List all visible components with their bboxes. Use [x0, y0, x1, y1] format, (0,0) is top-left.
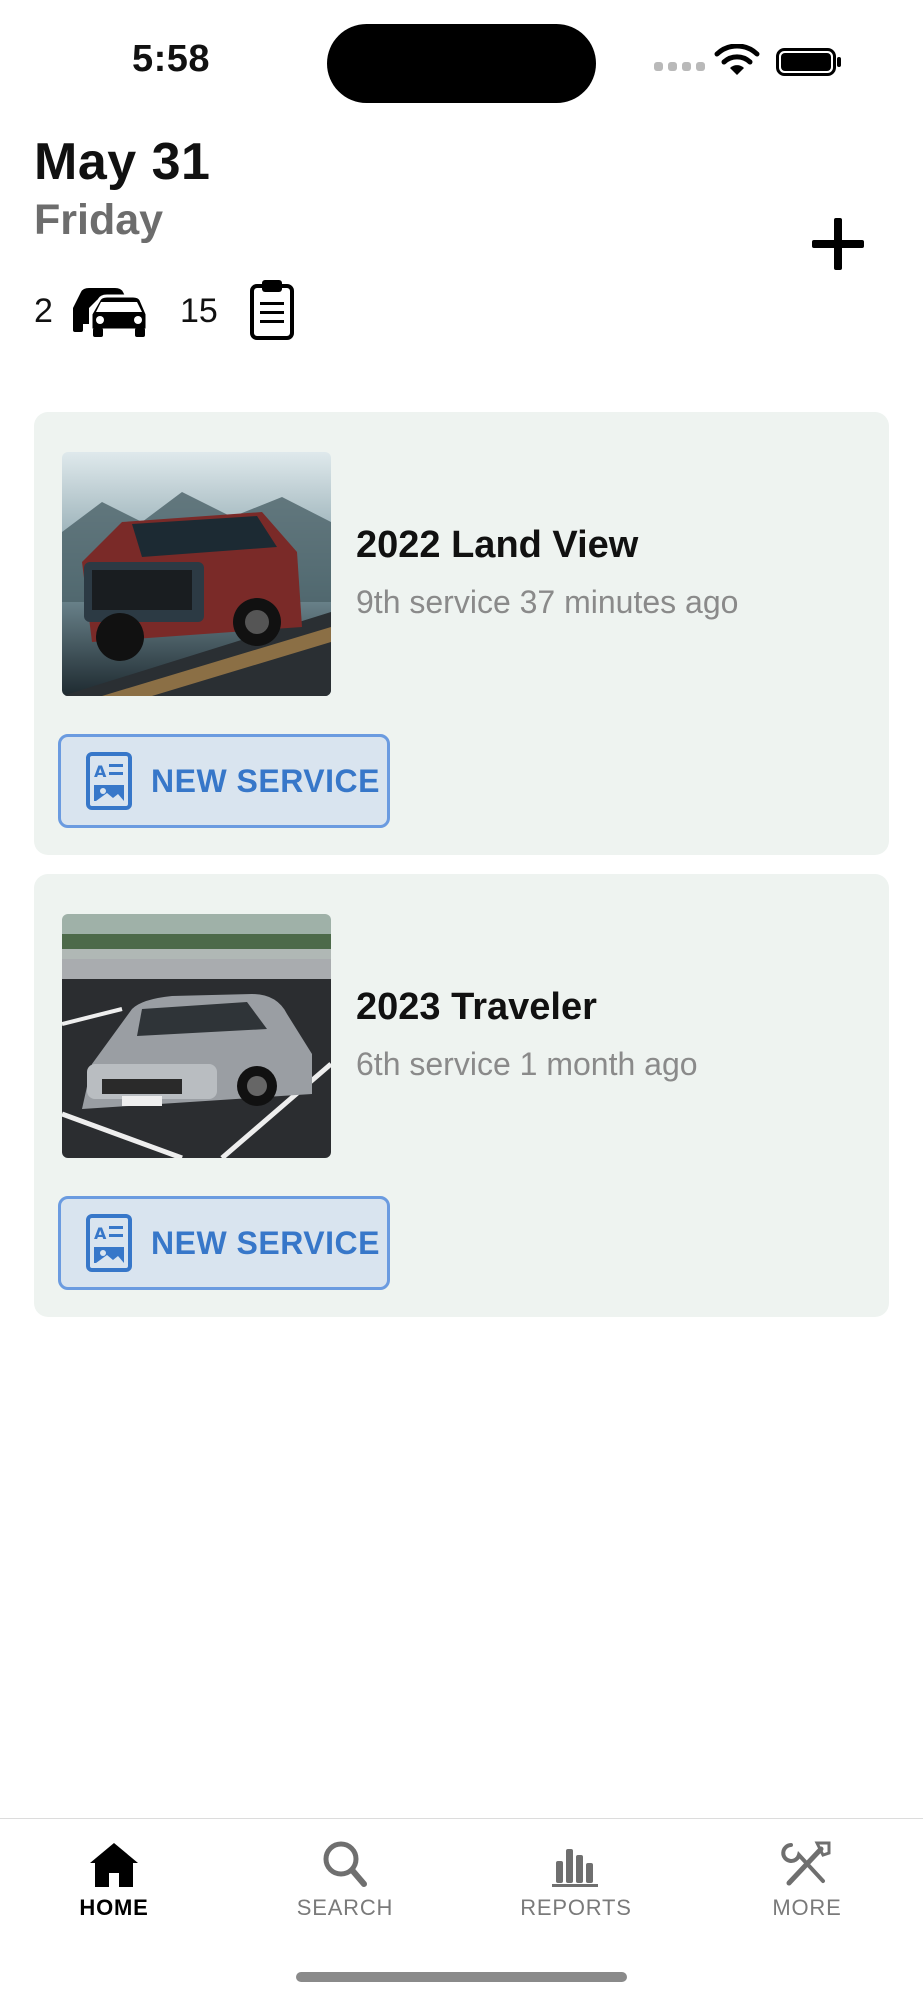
- vehicle-card[interactable]: 2022 Land View 9th service 37 minutes ag…: [34, 412, 889, 855]
- page-subtitle-day: Friday: [34, 196, 164, 244]
- battery-icon: [776, 48, 841, 76]
- form-doc-icon: A: [86, 1214, 132, 1272]
- search-icon: [323, 1841, 367, 1887]
- dynamic-island: [327, 24, 596, 103]
- home-icon: [90, 1843, 138, 1887]
- vehicle-photo-sedan: [62, 914, 331, 1158]
- vehicle-name: 2022 Land View: [356, 524, 639, 566]
- clipboard-icon: [250, 280, 294, 340]
- page-title-date: May 31: [34, 133, 211, 191]
- new-service-button[interactable]: A NEW SERVICE: [58, 734, 390, 828]
- tab-search-label: SEARCH: [296, 1895, 394, 1920]
- tab-reports[interactable]: REPORTS: [496, 1839, 656, 1939]
- tab-home-label: HOME: [79, 1895, 149, 1920]
- tools-icon: [781, 1841, 831, 1886]
- status-time: 5:58: [132, 38, 211, 80]
- tab-reports-label: REPORTS: [520, 1895, 632, 1920]
- plus-icon: [812, 218, 864, 270]
- new-service-label: NEW SERVICE: [151, 1224, 380, 1261]
- wifi-icon: [714, 44, 760, 75]
- form-doc-icon: A: [86, 752, 132, 810]
- new-service-button[interactable]: A NEW SERVICE: [58, 1196, 390, 1290]
- home-indicator: [296, 1972, 627, 1982]
- cars-icon: [73, 288, 149, 337]
- tab-more[interactable]: MORE: [727, 1839, 887, 1939]
- tab-more-label: MORE: [772, 1895, 842, 1920]
- svg-text:A: A: [94, 762, 107, 781]
- tab-search[interactable]: SEARCH: [265, 1839, 425, 1939]
- vehicle-service-info: 6th service 1 month ago: [356, 1046, 698, 1082]
- vehicle-card[interactable]: 2023 Traveler 6th service 1 month ago A …: [34, 874, 889, 1317]
- status-bar: 5:58: [0, 0, 923, 110]
- vehicle-name: 2023 Traveler: [356, 986, 597, 1028]
- vehicle-photo-suv: [62, 452, 331, 696]
- services-count: 15: [180, 292, 218, 330]
- cellular-signal-icon: [654, 62, 705, 71]
- add-vehicle-button[interactable]: [800, 206, 876, 282]
- vehicle-service-info: 9th service 37 minutes ago: [356, 584, 739, 620]
- svg-text:A: A: [94, 1224, 107, 1243]
- cars-count: 2: [34, 292, 53, 330]
- bar-chart-icon: [552, 1849, 598, 1887]
- new-service-label: NEW SERVICE: [151, 762, 380, 799]
- tab-home[interactable]: HOME: [34, 1839, 194, 1939]
